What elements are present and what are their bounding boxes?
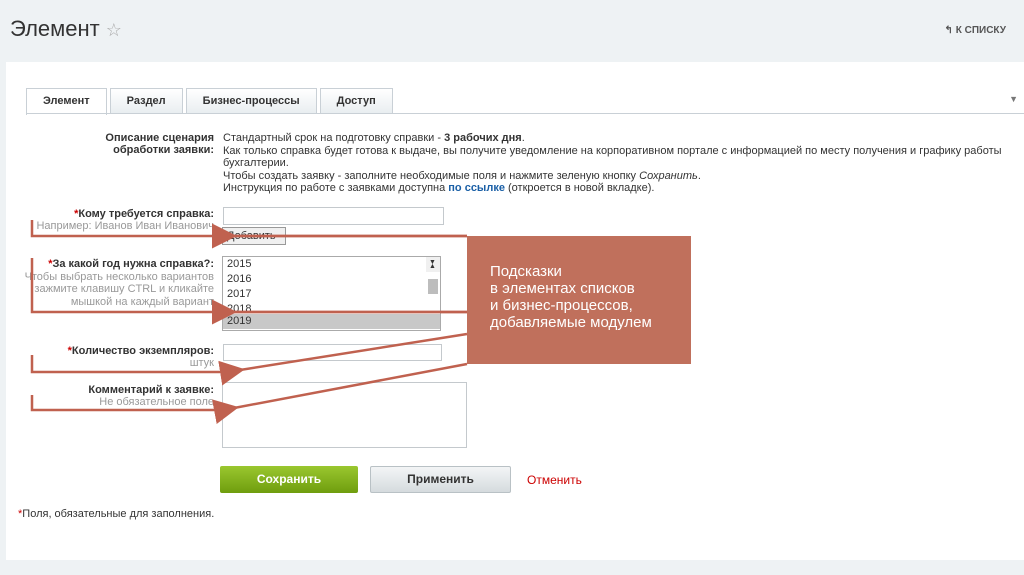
arrow-3: [30, 355, 238, 374]
arrow-4: [30, 395, 232, 412]
arrow-2: [30, 258, 467, 314]
arrow-1: [30, 220, 467, 238]
annotation-arrows: [30, 220, 468, 424]
